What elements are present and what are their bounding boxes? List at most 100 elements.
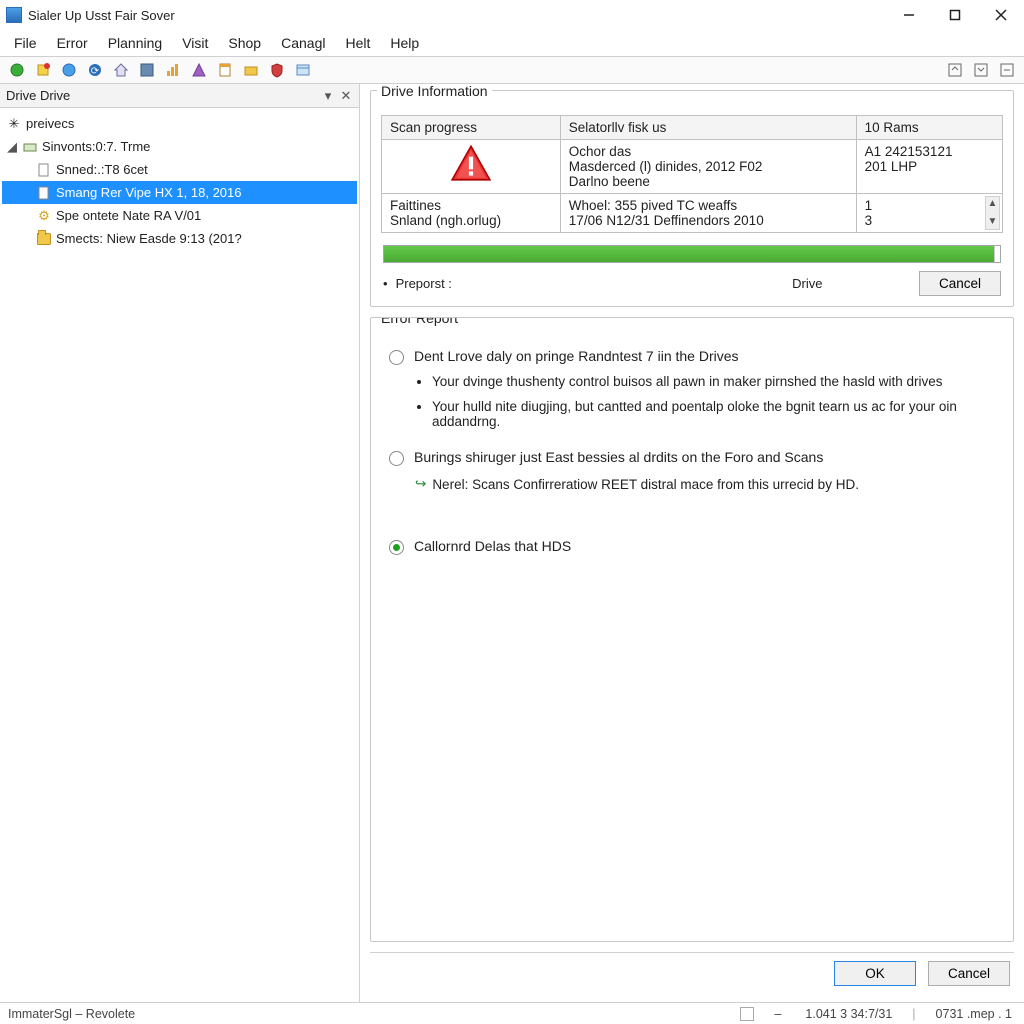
option-2-note-text: Nerel: Scans Confirreratiow REET distral… <box>432 477 859 492</box>
cell-faittines: Faittines Snland (ngh.orlug) <box>382 194 561 233</box>
tb-doc-icon[interactable] <box>214 59 236 81</box>
table-scrollbar[interactable]: ▲ ▼ <box>985 196 1000 230</box>
tree-item-label: Smang Rer Vipe HX 1, 18, 2016 <box>56 185 242 200</box>
doc-icon <box>36 185 52 201</box>
cell-warning <box>382 140 561 194</box>
close-button[interactable] <box>978 0 1024 30</box>
radio-icon-selected[interactable] <box>389 540 404 555</box>
menubar: File Error Planning Visit Shop Canagl He… <box>0 30 1024 56</box>
col-rams: 10 Rams <box>856 116 1002 140</box>
folder-icon <box>36 231 52 247</box>
cancel-button[interactable]: Cancel <box>928 961 1010 986</box>
cell-counts: 1 3 ▲ ▼ <box>856 194 1002 233</box>
tb-folder-icon[interactable] <box>240 59 262 81</box>
drive-info-table: Scan progress Selatorllv fisk us 10 Rams <box>381 115 1003 233</box>
app-icon <box>6 7 22 23</box>
status-seg: – <box>770 1007 785 1021</box>
menu-helt[interactable]: Helt <box>337 32 380 54</box>
cell-whoel: Whoel: 355 pived TC weaffs 17/06 N12/31 … <box>560 194 856 233</box>
progress-line: • Preporst : Drive Cancel <box>383 271 1001 296</box>
status-left: ImmaterSgl – Revolete <box>8 1007 724 1021</box>
minimize-button[interactable] <box>886 0 932 30</box>
menu-help[interactable]: Help <box>382 32 429 54</box>
col-selator: Selatorllv fisk us <box>560 116 856 140</box>
sidebar-close-icon[interactable]: ✕ <box>337 87 355 105</box>
tree-item[interactable]: Smects: Niew Easde 9:13 (201? <box>2 227 357 250</box>
tb-world-icon[interactable] <box>58 59 80 81</box>
radio-icon[interactable] <box>389 451 404 466</box>
tb-disk-icon[interactable] <box>136 59 158 81</box>
tree-view[interactable]: ✳ preivecs ◢ Sinvonts:0:7. Trme Snned:.:… <box>0 108 359 1002</box>
progress-fill <box>384 246 994 262</box>
option-2-note: ↪ Nerel: Scans Confirreratiow REET distr… <box>415 476 1003 492</box>
progress-label: Preporst : <box>396 276 696 291</box>
tree-item-label: Spe ontete Nate RA V/01 <box>56 208 201 223</box>
radio-icon[interactable] <box>389 350 404 365</box>
option-1[interactable]: Dent Lrove daly on pringe Randntest 7 ii… <box>389 348 999 443</box>
tb-home-icon[interactable] <box>110 59 132 81</box>
svg-text:⟳: ⟳ <box>91 66 100 77</box>
window-title: Sialer Up Usst Fair Sover <box>28 8 886 23</box>
drive-icon <box>22 139 38 155</box>
statusbar: ImmaterSgl – Revolete – 1.041 3 34:7/31 … <box>0 1002 1024 1024</box>
menu-file[interactable]: File <box>6 32 47 54</box>
tb-alert-icon[interactable] <box>32 59 54 81</box>
tree-item[interactable]: Snned:.:T8 6cet <box>2 158 357 181</box>
option-1-label: Dent Lrove daly on pringe Randntest 7 ii… <box>414 348 992 364</box>
maximize-button[interactable] <box>932 0 978 30</box>
option-1-bullet: Your dvinge thushenty control buisos all… <box>432 374 992 389</box>
note-icon: ↪ <box>415 476 426 492</box>
tb-expand-icon[interactable] <box>944 59 966 81</box>
menu-canagl[interactable]: Canagl <box>273 32 335 54</box>
sidebar: Drive Drive ▾ ✕ ✳ preivecs ◢ Sinvonts:0:… <box>0 84 360 1002</box>
cell-drive-values: A1 242153121 201 LHP <box>856 140 1002 194</box>
toolbar: ⟳ <box>0 56 1024 84</box>
tb-refresh-icon[interactable]: ⟳ <box>84 59 106 81</box>
scroll-up-icon[interactable]: ▲ <box>988 197 998 211</box>
button-bar: OK Cancel <box>370 952 1014 994</box>
error-report-group: Error Report Dent Lrove daly on pringe R… <box>370 317 1014 942</box>
menu-shop[interactable]: Shop <box>220 32 271 54</box>
tree-item[interactable]: ⚙ Spe ontete Nate RA V/01 <box>2 204 357 227</box>
scroll-down-icon[interactable]: ▼ <box>988 215 998 229</box>
progress-mid: Drive <box>696 276 919 291</box>
ok-button[interactable]: OK <box>834 961 916 986</box>
expander-icon[interactable]: ◢ <box>6 139 18 155</box>
menu-visit[interactable]: Visit <box>174 32 218 54</box>
option-2-label: Burings shiruger just East bessies al dr… <box>414 449 823 465</box>
tb-window-icon[interactable] <box>292 59 314 81</box>
option-1-bullet: Your hulld nite diugjing, but cantted an… <box>432 399 992 429</box>
sidebar-title: Drive Drive <box>6 88 319 103</box>
bullet-icon: • <box>383 276 388 291</box>
doc-icon <box>36 162 52 178</box>
tb-chart-icon[interactable] <box>162 59 184 81</box>
status-icon <box>740 1007 754 1021</box>
tree-root-label: preivecs <box>26 116 74 131</box>
workspace: Drive Drive ▾ ✕ ✳ preivecs ◢ Sinvonts:0:… <box>0 84 1024 1002</box>
status-seg: 0731 .mep . 1 <box>932 1007 1016 1021</box>
tb-minus-icon[interactable] <box>996 59 1018 81</box>
menu-error[interactable]: Error <box>49 32 98 54</box>
tree-item-label: Sinvonts:0:7. Trme <box>42 139 150 154</box>
tb-globe-icon[interactable] <box>6 59 28 81</box>
drive-info-legend: Drive Information <box>377 84 492 99</box>
col-scan-progress: Scan progress <box>382 116 561 140</box>
tree-item[interactable]: ◢ Sinvonts:0:7. Trme <box>2 135 357 158</box>
cancel-progress-button[interactable]: Cancel <box>919 271 1001 296</box>
progress-bar <box>383 245 1001 263</box>
sidebar-dropdown-icon[interactable]: ▾ <box>319 87 337 105</box>
tree-item-label: Snned:.:T8 6cet <box>56 162 148 177</box>
tree-root[interactable]: ✳ preivecs <box>2 112 357 135</box>
titlebar: Sialer Up Usst Fair Sover <box>0 0 1024 30</box>
option-3[interactable]: Callornrd Delas that HDS <box>389 538 999 555</box>
main-panel: Drive Information Scan progress Selatorl… <box>360 84 1024 1002</box>
tree-item-selected[interactable]: Smang Rer Vipe HX 1, 18, 2016 <box>2 181 357 204</box>
option-2[interactable]: Burings shiruger just East bessies al dr… <box>389 449 999 466</box>
tb-shield-icon[interactable] <box>266 59 288 81</box>
menu-planning[interactable]: Planning <box>100 32 173 54</box>
sparkle-icon: ✳ <box>6 116 22 132</box>
tb-warn-icon[interactable] <box>188 59 210 81</box>
tb-collapse-icon[interactable] <box>970 59 992 81</box>
status-seg: 1.041 3 34:7/31 <box>801 1007 896 1021</box>
gear-icon: ⚙ <box>36 208 52 224</box>
